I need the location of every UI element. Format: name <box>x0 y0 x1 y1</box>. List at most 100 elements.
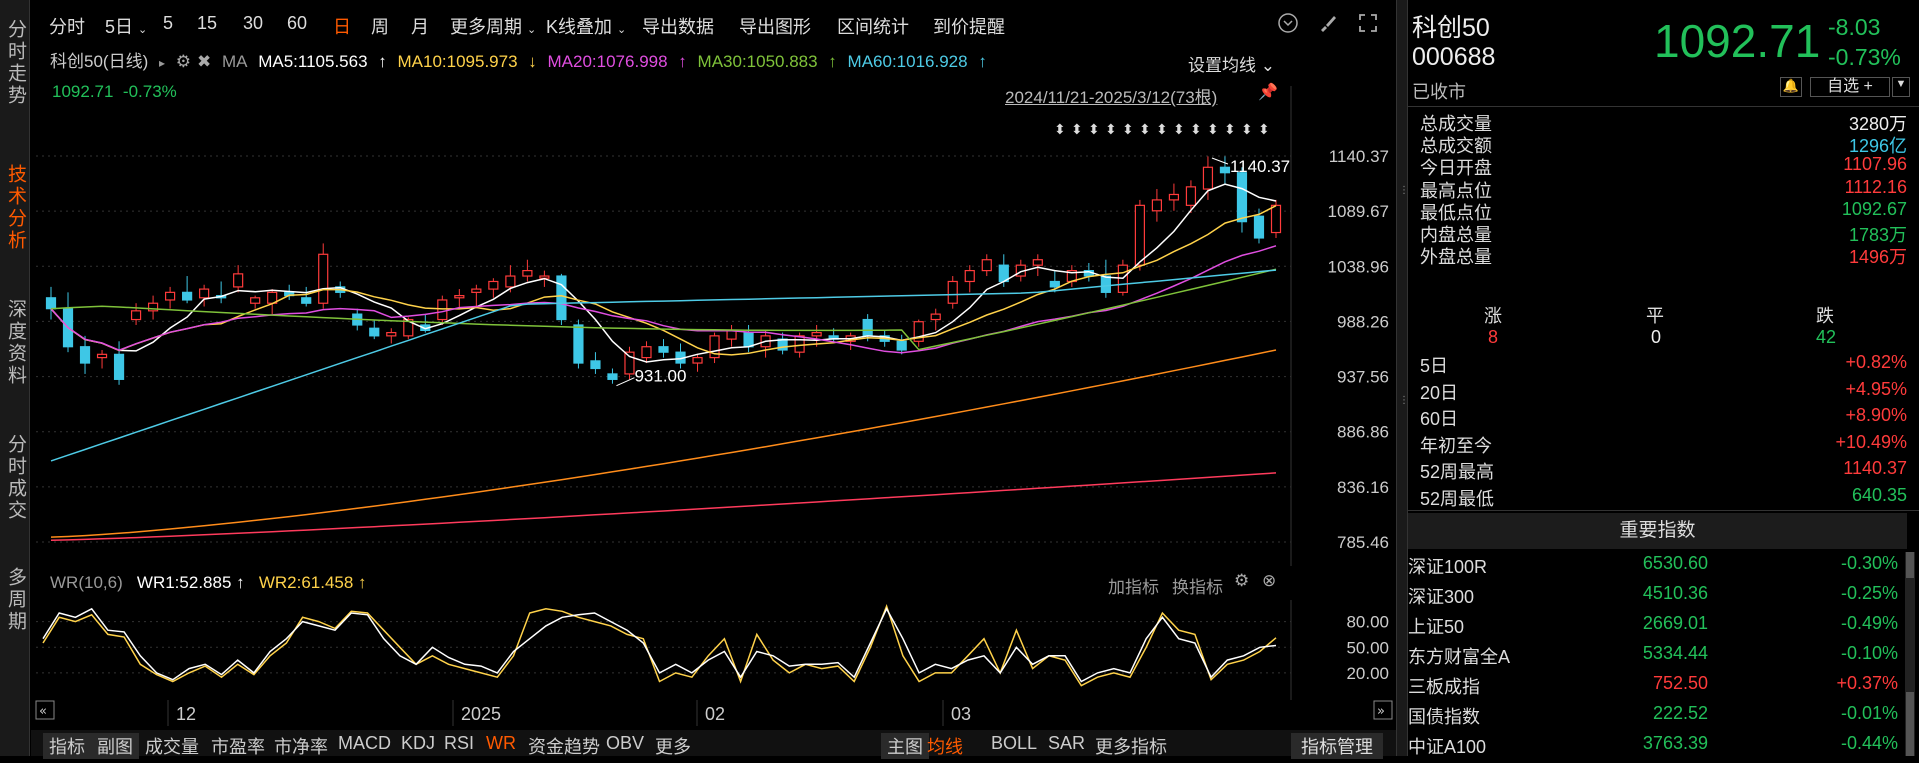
main-indicator-tab[interactable]: 更多指标 <box>1095 733 1167 759</box>
candle <box>522 259 533 282</box>
wr-y-tick: 50.00 <box>1346 638 1389 657</box>
bell-icon[interactable]: 🔔 <box>1780 77 1802 97</box>
indicator-tab[interactable]: 市净率 <box>274 733 328 759</box>
price-alert-button[interactable]: 到价提醒 <box>933 13 1005 39</box>
ma-settings-menu[interactable]: 设置均线 ⌄ <box>1188 51 1275 76</box>
nav-realtime[interactable]: 分时走势 <box>0 8 30 118</box>
indicator-bar: 指标 副图 成交量 市盈率 市净率 MACD KDJ RSI WR 资金趋势 OBV 更多 主图 均线 BO… <box>31 730 1396 759</box>
last-price: 1092.71 <box>1654 15 1821 67</box>
range-stats-button[interactable]: 区间统计 <box>837 13 909 39</box>
indicator-tab[interactable]: WR <box>486 733 516 754</box>
main-indicator-tab[interactable]: 均线 <box>927 733 963 759</box>
candle <box>590 352 601 374</box>
candle <box>692 354 703 372</box>
chevron-down-icon[interactable]: ▼ <box>1892 77 1910 97</box>
index-row[interactable]: 东方财富全A 5334.44 -0.10% <box>1408 643 1907 673</box>
period-30min[interactable]: 30 <box>243 13 263 34</box>
event-marker-icon[interactable]: ⬍ <box>1207 122 1219 138</box>
nav-multi-period[interactable]: 多周期 <box>0 555 30 645</box>
switch-indicator-button[interactable]: 换指标 <box>1172 573 1223 598</box>
gear-icon[interactable]: ⚙ <box>176 52 191 71</box>
stock-name: 科创50 <box>1412 14 1490 42</box>
nav-ticks[interactable]: 分时成交 <box>0 420 30 535</box>
indicator-tab[interactable]: 资金趋势 <box>528 733 600 759</box>
export-data-button[interactable]: 导出数据 <box>642 13 714 39</box>
nav-technical[interactable]: 技术分析 <box>0 150 30 265</box>
event-marker-icon[interactable]: ⬍ <box>1241 122 1253 138</box>
scrollbar[interactable] <box>1905 552 1915 756</box>
indicator-tab[interactable]: RSI <box>444 733 474 754</box>
period-5min[interactable]: 5 <box>163 13 173 34</box>
period-15min[interactable]: 15 <box>197 13 217 34</box>
event-marker-icon[interactable]: ⬍ <box>1156 122 1168 138</box>
double-right-icon[interactable]: » <box>1377 704 1385 719</box>
event-marker-icon[interactable]: ⬍ <box>1258 122 1270 138</box>
panel-splitter[interactable]: ⋮ ⋮ <box>1396 0 1409 756</box>
ma10-value: MA10:1095.973 ↓ <box>397 52 537 71</box>
period-intraday[interactable]: 分时 <box>49 13 85 39</box>
indicator-manage-button[interactable]: 指标管理 <box>1291 733 1383 759</box>
event-marker-icon[interactable]: ⬍ <box>1224 122 1236 138</box>
event-marker-icon[interactable]: ⬍ <box>1054 122 1066 138</box>
chevron-circle-icon[interactable] <box>1276 12 1300 36</box>
more-periods-menu[interactable]: 更多周期 ⌄ <box>450 13 536 39</box>
candle <box>896 334 907 355</box>
nav-deep-data[interactable]: 深度资料 <box>0 285 30 400</box>
candle <box>250 295 261 309</box>
event-marker-icon[interactable]: ⬍ <box>1105 122 1117 138</box>
event-marker-icon[interactable]: ⬍ <box>1190 122 1202 138</box>
add-watchlist-button[interactable]: 自选 + <box>1810 77 1890 97</box>
period-day[interactable]: 日 <box>333 13 351 39</box>
caret-right-icon[interactable]: ▸ <box>159 56 165 70</box>
double-left-icon[interactable]: « <box>39 704 47 719</box>
event-marker-icon[interactable]: ⬍ <box>1139 122 1151 138</box>
event-marker-icon[interactable]: ⬍ <box>1122 122 1134 138</box>
candle <box>1100 259 1111 298</box>
indicator-tab[interactable]: 市盈率 <box>211 733 265 759</box>
index-row[interactable]: 深证300 4510.36 -0.25% <box>1408 583 1907 613</box>
indicator-tab[interactable]: 副图 <box>91 733 139 759</box>
close-icon[interactable]: ⊗ <box>1262 571 1276 591</box>
candle <box>1032 254 1043 277</box>
add-indicator-button[interactable]: 加指标 <box>1108 573 1159 598</box>
period-5day[interactable]: 5日 ⌄ <box>105 13 147 39</box>
wr-chart[interactable]: 80.00 50.00 20.00 <box>31 600 1401 700</box>
index-row[interactable]: 深证100R 6530.60 -0.30% <box>1408 553 1907 583</box>
perf-value: +8.90% <box>1845 405 1907 426</box>
export-image-button[interactable]: 导出图形 <box>739 13 811 39</box>
candlestick-chart[interactable]: 1140.37 1089.67 1038.96 988.26 937.56 886.86 8… <box>31 86 1401 566</box>
gear-icon[interactable]: ⚙ <box>1234 571 1249 591</box>
period-month[interactable]: 月 <box>411 13 429 39</box>
indicator-tab[interactable]: 指标 <box>43 733 91 759</box>
index-pct: -0.01% <box>1840 703 1898 723</box>
index-row[interactable]: 三板成指 752.50 +0.37% <box>1408 673 1907 703</box>
main-indicator-tab[interactable]: 主图 <box>881 733 929 759</box>
kline-overlay-menu[interactable]: K线叠加 ⌄ <box>546 13 626 39</box>
x-tick-label: 2025 <box>461 704 501 724</box>
main-indicator-tab[interactable]: SAR <box>1048 733 1085 754</box>
index-pct: -0.30% <box>1840 553 1898 573</box>
main-indicator-tab[interactable]: BOLL <box>991 733 1037 754</box>
index-row[interactable]: 中证A100 3763.39 -0.44% <box>1408 733 1907 763</box>
index-row[interactable]: 国债指数 222.52 -0.01% <box>1408 703 1907 733</box>
brush-icon[interactable] <box>1316 12 1340 36</box>
event-marker-icon[interactable]: ⬍ <box>1173 122 1185 138</box>
event-marker-icon[interactable]: ⬍ <box>1071 122 1083 138</box>
candle <box>420 314 431 333</box>
indicator-tab[interactable]: KDJ <box>401 733 435 754</box>
indicator-tab[interactable]: 更多 <box>655 733 691 759</box>
period-week[interactable]: 周 <box>371 13 389 39</box>
candle <box>913 319 924 347</box>
indicator-tab[interactable]: MACD <box>338 733 391 754</box>
candle <box>386 328 397 344</box>
y-tick-label: 836.16 <box>1337 478 1389 497</box>
indicator-tab[interactable]: OBV <box>606 733 644 754</box>
index-row[interactable]: 上证50 2669.01 -0.49% <box>1408 613 1907 643</box>
close-icon[interactable]: ✖ <box>197 52 211 71</box>
event-marker-icon[interactable]: ⬍ <box>1088 122 1100 138</box>
fullscreen-icon[interactable] <box>1356 12 1380 36</box>
perf-label: 52周最低 <box>1420 489 1495 509</box>
indicator-tab[interactable]: 成交量 <box>145 733 199 759</box>
period-60min[interactable]: 60 <box>287 13 307 34</box>
wr1-text: WR1:52.885 <box>136 573 232 592</box>
